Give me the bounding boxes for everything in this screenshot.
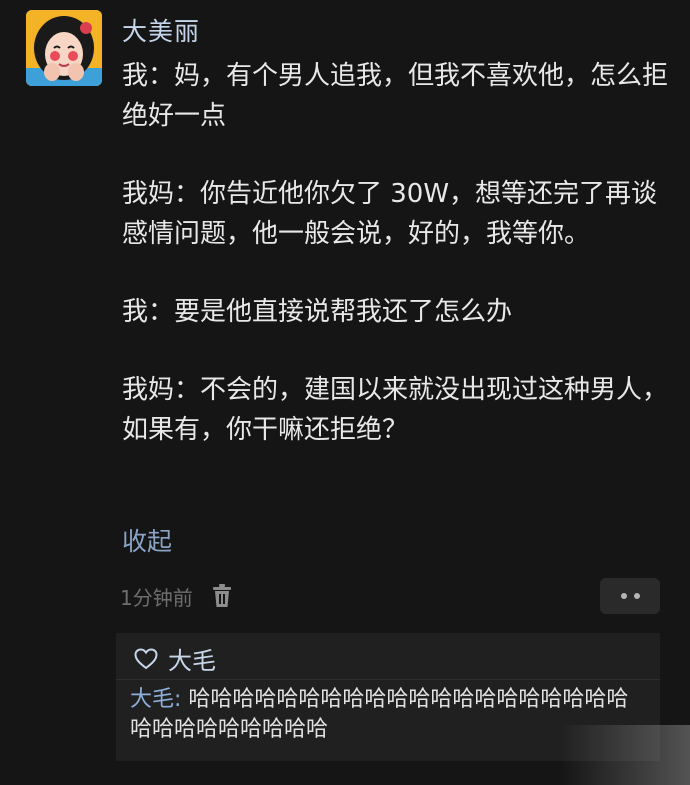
post-paragraph: 我：妈，有个男人追我，但我不喜欢他，怎么拒绝好一点 (122, 61, 669, 131)
likes-row: 大毛 (134, 641, 216, 676)
comment-body: 哈哈哈哈哈哈哈哈哈哈哈哈哈哈哈哈哈哈哈哈哈哈哈哈哈哈哈哈哈 (130, 687, 629, 742)
cartoon-girl-avatar-icon (26, 10, 102, 86)
more-dots-icon (633, 593, 640, 599)
collapse-link[interactable]: 收起 (122, 522, 172, 558)
more-dots-icon (620, 593, 627, 599)
comment-author[interactable]: 大毛: (130, 687, 181, 712)
moments-post: 大美丽 我：妈，有个男人追我，但我不喜欢他，怎么拒绝好一点 我妈：你告近他你欠了… (0, 0, 690, 785)
more-dots-button[interactable] (600, 578, 660, 614)
post-author-name[interactable]: 大美丽 (122, 12, 200, 48)
heart-outline-icon (134, 647, 158, 670)
avatar[interactable] (26, 10, 102, 86)
post-meta: 1分钟前 (120, 580, 233, 612)
post-timestamp: 1分钟前 (120, 585, 193, 610)
post-paragraph: 我妈：你告近他你欠了 30W，想等还完了再谈感情问题，他一般会说，好的，我等你。 (122, 179, 658, 249)
watermark-fade (560, 725, 690, 785)
post-paragraph: 我：要是他直接说帮我还了怎么办 (122, 297, 513, 327)
post-content: 我：妈，有个男人追我，但我不喜欢他，怎么拒绝好一点 我妈：你告近他你欠了 30W… (122, 56, 670, 450)
divider (116, 679, 660, 680)
liker-name[interactable]: 大毛 (168, 641, 216, 676)
trash-icon[interactable] (211, 584, 233, 608)
post-paragraph: 我妈：不会的，建国以来就没出现过这种男人，如果有，你干嘛还拒绝？ (122, 375, 669, 445)
